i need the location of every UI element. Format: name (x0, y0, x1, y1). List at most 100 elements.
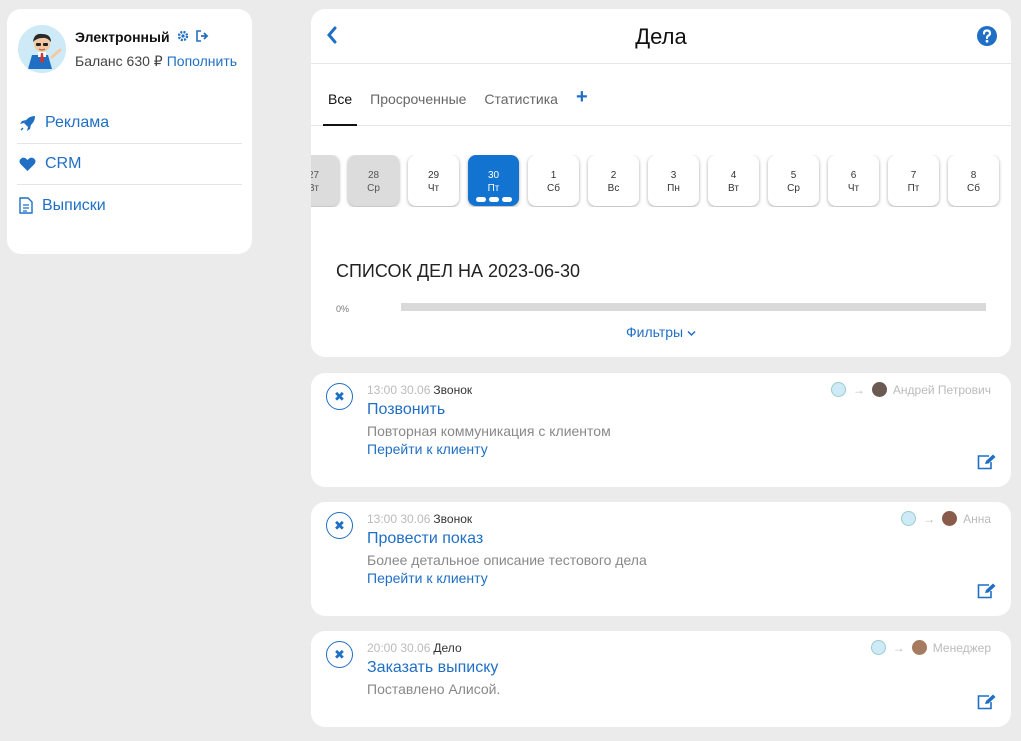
logout-icon[interactable] (195, 29, 209, 45)
edit-icon[interactable] (977, 694, 996, 715)
assignee-name: Менеджер (932, 640, 991, 655)
task-title[interactable]: Позвонить (367, 401, 445, 419)
sidebar-item-crm[interactable]: CRM (17, 144, 242, 185)
assignee-name: Анна (963, 511, 991, 526)
date-chip[interactable]: 8 Сб (948, 155, 999, 206)
date-number: 3 (670, 170, 677, 181)
date-number: 7 (910, 170, 917, 181)
date-number: 1 (550, 170, 557, 181)
rocket-icon (20, 115, 35, 131)
gear-icon[interactable] (177, 29, 189, 45)
date-chip[interactable]: 30 Пт (468, 155, 519, 206)
date-chip[interactable]: 5 Ср (768, 155, 819, 206)
task-type: Дело (433, 641, 462, 655)
sidebar-menu: Реклама CRM Выписки (17, 103, 242, 226)
sidebar: Электронный Баланс 630 ₽ Пополнить Реклам… (7, 9, 252, 254)
task-time: 13:00 30.06 (367, 383, 431, 397)
chevron-down-icon (687, 330, 696, 337)
date-chip[interactable]: 27 Вт (311, 155, 339, 206)
date-number: 27 (311, 170, 320, 181)
sidebar-item-ads[interactable]: Реклама (17, 103, 242, 144)
date-chip[interactable]: 2 Вс (588, 155, 639, 206)
creator-avatar (901, 511, 917, 526)
date-weekday: Вт (728, 183, 739, 194)
tabs-bar: Все Просроченные Статистика + (311, 64, 1011, 126)
date-number: 30 (487, 170, 500, 181)
creator-avatar (870, 640, 886, 655)
add-tab-button[interactable]: + (571, 64, 593, 125)
date-number: 5 (790, 170, 797, 181)
date-number: 29 (427, 170, 440, 181)
avatar[interactable] (18, 25, 66, 73)
task-assignment: → Анна (901, 511, 991, 526)
task-title[interactable]: Провести показ (367, 530, 483, 548)
document-icon (19, 197, 33, 214)
task-type: Звонок (433, 383, 473, 397)
user-name: Электронный (75, 29, 170, 45)
date-weekday: Пт (907, 183, 920, 194)
task-time: 20:00 30.06 (367, 641, 431, 655)
arrow-right-icon: → (852, 382, 865, 397)
date-chip[interactable]: 1 Сб (528, 155, 579, 206)
panel-header: Дела (311, 9, 1011, 64)
close-icon[interactable]: ✖ (326, 383, 353, 410)
date-number: 8 (970, 170, 977, 181)
task-description: Поставлено Алисой. (367, 681, 501, 697)
balance-label: Баланс 630 ₽ (75, 53, 163, 69)
date-weekday: Сб (967, 183, 980, 194)
filters-label: Фильтры (626, 324, 684, 340)
close-icon[interactable]: ✖ (326, 641, 353, 668)
date-chip[interactable]: 29 Чт (408, 155, 459, 206)
list-title: СПИСОК ДЕЛ НА 2023-06-30 (336, 261, 581, 281)
sidebar-item-label: CRM (45, 155, 82, 172)
date-chip[interactable]: 4 Вт (708, 155, 759, 206)
date-weekday: Пт (487, 183, 500, 194)
progress-bar (401, 303, 986, 311)
topup-link[interactable]: Пополнить (167, 53, 237, 69)
date-number: 4 (730, 170, 737, 181)
creator-avatar (830, 382, 846, 397)
user-block: Электронный Баланс 630 ₽ Пополнить (18, 25, 237, 73)
date-weekday: Ср (787, 183, 800, 194)
task-type: Звонок (433, 512, 473, 526)
page-title: Дела (635, 24, 687, 49)
task-card: ✖ 13:00 30.06 Звонок Провести показ Более… (311, 502, 1011, 616)
date-chip[interactable]: 7 Пт (888, 155, 939, 206)
task-description: Более детальное описание тестового дела (367, 552, 647, 568)
task-assignment: → Менеджер (870, 640, 991, 655)
assignee-avatar (911, 640, 927, 655)
date-chip[interactable]: 6 Чт (828, 155, 879, 206)
assignee-avatar (871, 382, 887, 397)
task-title[interactable]: Заказать выписку (367, 659, 498, 677)
date-weekday: Сб (547, 183, 560, 194)
task-card: ✖ 13:00 30.06 Звонок Позвонить Повторная … (311, 373, 1011, 487)
date-weekday: Чт (847, 183, 860, 194)
sidebar-item-statements[interactable]: Выписки (17, 185, 242, 226)
close-icon[interactable]: ✖ (326, 512, 353, 539)
tab-statistics[interactable]: Статистика (479, 64, 563, 125)
date-number: 2 (610, 170, 617, 181)
filters-toggle[interactable]: Фильтры (311, 324, 1011, 340)
help-icon[interactable] (977, 26, 997, 51)
task-description: Повторная коммуникация с клиентом (367, 423, 611, 439)
tab-overdue[interactable]: Просроченные (365, 64, 471, 125)
arrow-right-icon: → (923, 511, 936, 526)
task-time: 13:00 30.06 (367, 512, 431, 526)
date-number: 28 (367, 170, 380, 181)
sidebar-item-label: Реклама (45, 114, 110, 131)
arrow-right-icon: → (892, 640, 905, 655)
sidebar-item-label: Выписки (42, 196, 106, 214)
tasks-panel: Дела Все Просроченные Статистика + 27Вт2… (311, 9, 1011, 357)
edit-icon[interactable] (977, 454, 996, 475)
date-strip: 27 Вт 28 Ср 29 Чт 30 Пт 1 Сб 2 Вс 3 Пн 4 Вт 5 Ср 6 Чт 7 Пт 8 Сб (311, 155, 1011, 207)
go-to-client-link[interactable]: Перейти к клиенту (367, 441, 488, 457)
date-weekday: Чт (427, 183, 440, 194)
tab-all[interactable]: Все (323, 64, 358, 126)
task-assignment: → Андрей Петрович (830, 382, 991, 397)
date-weekday: Вс (607, 183, 620, 194)
edit-icon[interactable] (977, 583, 996, 604)
go-to-client-link[interactable]: Перейти к клиенту (367, 570, 488, 586)
date-chip[interactable]: 28 Ср (348, 155, 399, 206)
date-chip[interactable]: 3 Пн (648, 155, 699, 206)
assignee-avatar (942, 511, 958, 526)
